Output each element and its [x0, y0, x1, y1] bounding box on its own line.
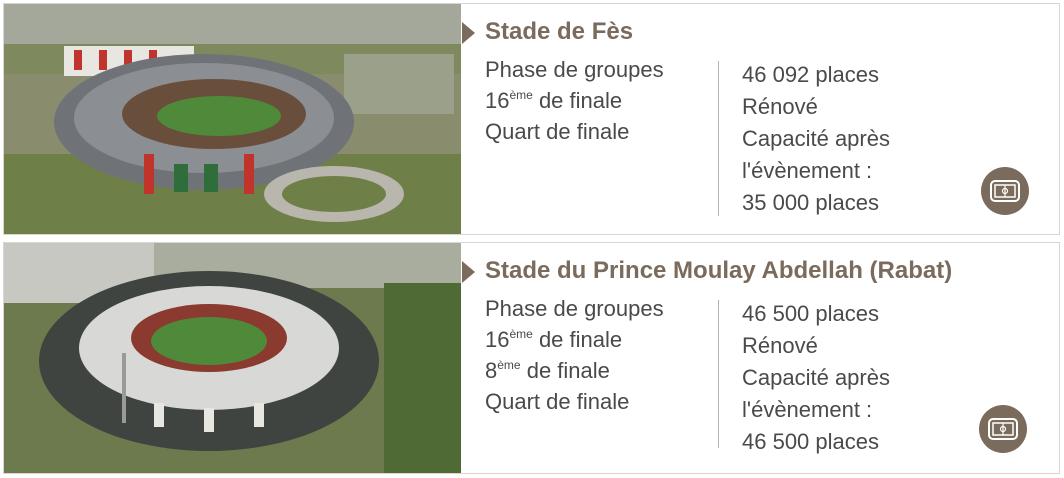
after-event-label: l'évènement : — [742, 158, 873, 183]
stadium-icon — [981, 167, 1029, 215]
divider — [718, 61, 719, 216]
after-event-label: Capacité après — [742, 365, 890, 390]
divider — [718, 300, 719, 448]
phase-item: 16ème de finale — [485, 327, 623, 352]
phase-list: Phase de groupes 16ème de finale Quart d… — [485, 54, 664, 147]
phase-item: Quart de finale — [485, 389, 630, 414]
phase-item: Phase de groupes — [485, 296, 664, 321]
stadium-name: Stade de Fès — [485, 18, 634, 45]
phase-item: 8ème de finale — [485, 358, 610, 383]
status-line: Rénové — [742, 333, 818, 358]
after-event-label: l'évènement : — [742, 397, 873, 422]
after-event-capacity: 35 000 places — [742, 190, 879, 215]
stadium-card-rabat: Stade du Prince Moulay Abdellah (Rabat) … — [3, 242, 1060, 474]
after-event-label: Capacité après — [742, 126, 890, 151]
capacity-details: 46 500 places Rénové Capacité après l'év… — [742, 298, 890, 458]
capacity-line: 46 092 places — [742, 62, 879, 87]
stadium-name: Stade du Prince Moulay Abdellah (Rabat) — [485, 257, 953, 284]
capacity-line: 46 500 places — [742, 301, 879, 326]
phase-item: Quart de finale — [485, 119, 630, 144]
phase-item: 16ème de finale — [485, 88, 623, 113]
stadium-photo — [4, 243, 461, 473]
stadium-photo — [4, 4, 461, 234]
title-arrow-icon — [462, 261, 475, 283]
capacity-details: 46 092 places Rénové Capacité après l'év… — [742, 59, 890, 219]
stadium-icon — [979, 405, 1027, 453]
status-line: Rénové — [742, 94, 818, 119]
title-arrow-icon — [462, 22, 475, 44]
after-event-capacity: 46 500 places — [742, 429, 879, 454]
phase-item: Phase de groupes — [485, 57, 664, 82]
phase-list: Phase de groupes 16ème de finale 8ème de… — [485, 293, 664, 417]
stadium-card-fes: Stade de Fès Phase de groupes 16ème de f… — [3, 3, 1060, 235]
